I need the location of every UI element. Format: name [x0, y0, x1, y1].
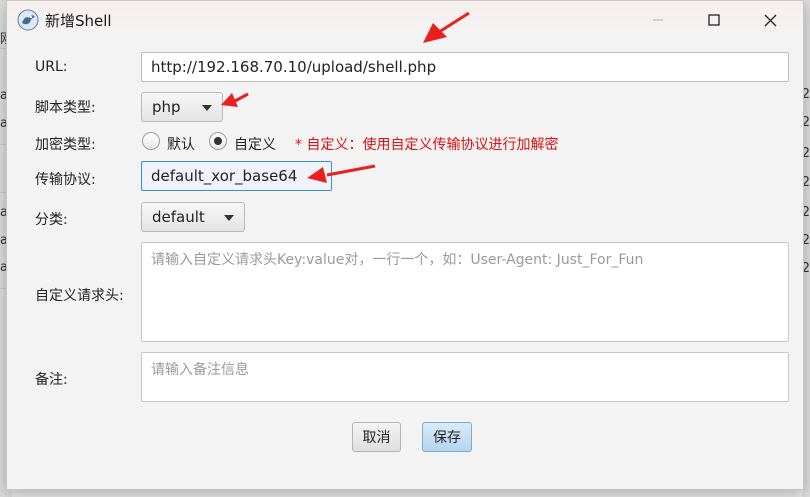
- category-label: 分类:: [35, 212, 68, 228]
- protocol-label: 传输协议:: [35, 172, 96, 188]
- close-button[interactable]: [747, 1, 793, 39]
- remark-textarea[interactable]: 请输入备注信息: [141, 352, 789, 402]
- category-value: default: [152, 208, 205, 226]
- new-shell-dialog: 新增Shell URL: http://192.168.70.10/upload…: [6, 0, 804, 490]
- protocol-value: default_xor_base64: [151, 167, 298, 185]
- minimize-icon: [653, 19, 663, 21]
- remark-label: 备注:: [35, 372, 68, 388]
- script-type-label: 脚本类型:: [35, 100, 96, 116]
- maximize-button[interactable]: [691, 1, 737, 39]
- shell-logo-icon: [17, 9, 39, 31]
- cancel-button[interactable]: 取消: [352, 422, 401, 452]
- radio-custom-label: 自定义: [234, 137, 276, 153]
- minimize-button[interactable]: [635, 1, 681, 39]
- radio-default-label: 默认: [167, 137, 195, 153]
- arrow-to-script-type-icon: [221, 92, 249, 107]
- script-type-select[interactable]: php: [141, 92, 223, 122]
- custom-headers-label: 自定义请求头:: [35, 288, 124, 304]
- radio-custom[interactable]: [209, 132, 227, 150]
- custom-headers-placeholder: 请输入自定义请求头Key:value对，一行一个，如：User-Agent: J…: [151, 252, 644, 268]
- protocol-field[interactable]: default_xor_base64: [141, 161, 332, 191]
- title-bar[interactable]: 新增Shell: [7, 1, 803, 39]
- url-label: URL:: [35, 59, 68, 75]
- remark-placeholder: 请输入备注信息: [151, 362, 249, 378]
- window-title: 新增Shell: [45, 12, 112, 30]
- radio-default[interactable]: [142, 132, 160, 150]
- close-icon: [764, 14, 776, 26]
- save-button[interactable]: 保存: [422, 422, 472, 452]
- chevron-down-icon: [224, 215, 234, 221]
- chevron-down-icon: [202, 105, 212, 111]
- maximize-icon: [708, 14, 720, 26]
- custom-headers-textarea[interactable]: 请输入自定义请求头Key:value对，一行一个，如：User-Agent: J…: [141, 242, 789, 342]
- script-type-value: php: [152, 98, 181, 116]
- encryption-type-label: 加密类型:: [35, 137, 96, 153]
- category-select[interactable]: default: [141, 202, 245, 232]
- encryption-hint: * 自定义：使用自定义传输协议进行加解密: [295, 137, 559, 153]
- url-field[interactable]: http://192.168.70.10/upload/shell.php: [141, 52, 789, 82]
- url-value: http://192.168.70.10/upload/shell.php: [151, 58, 437, 76]
